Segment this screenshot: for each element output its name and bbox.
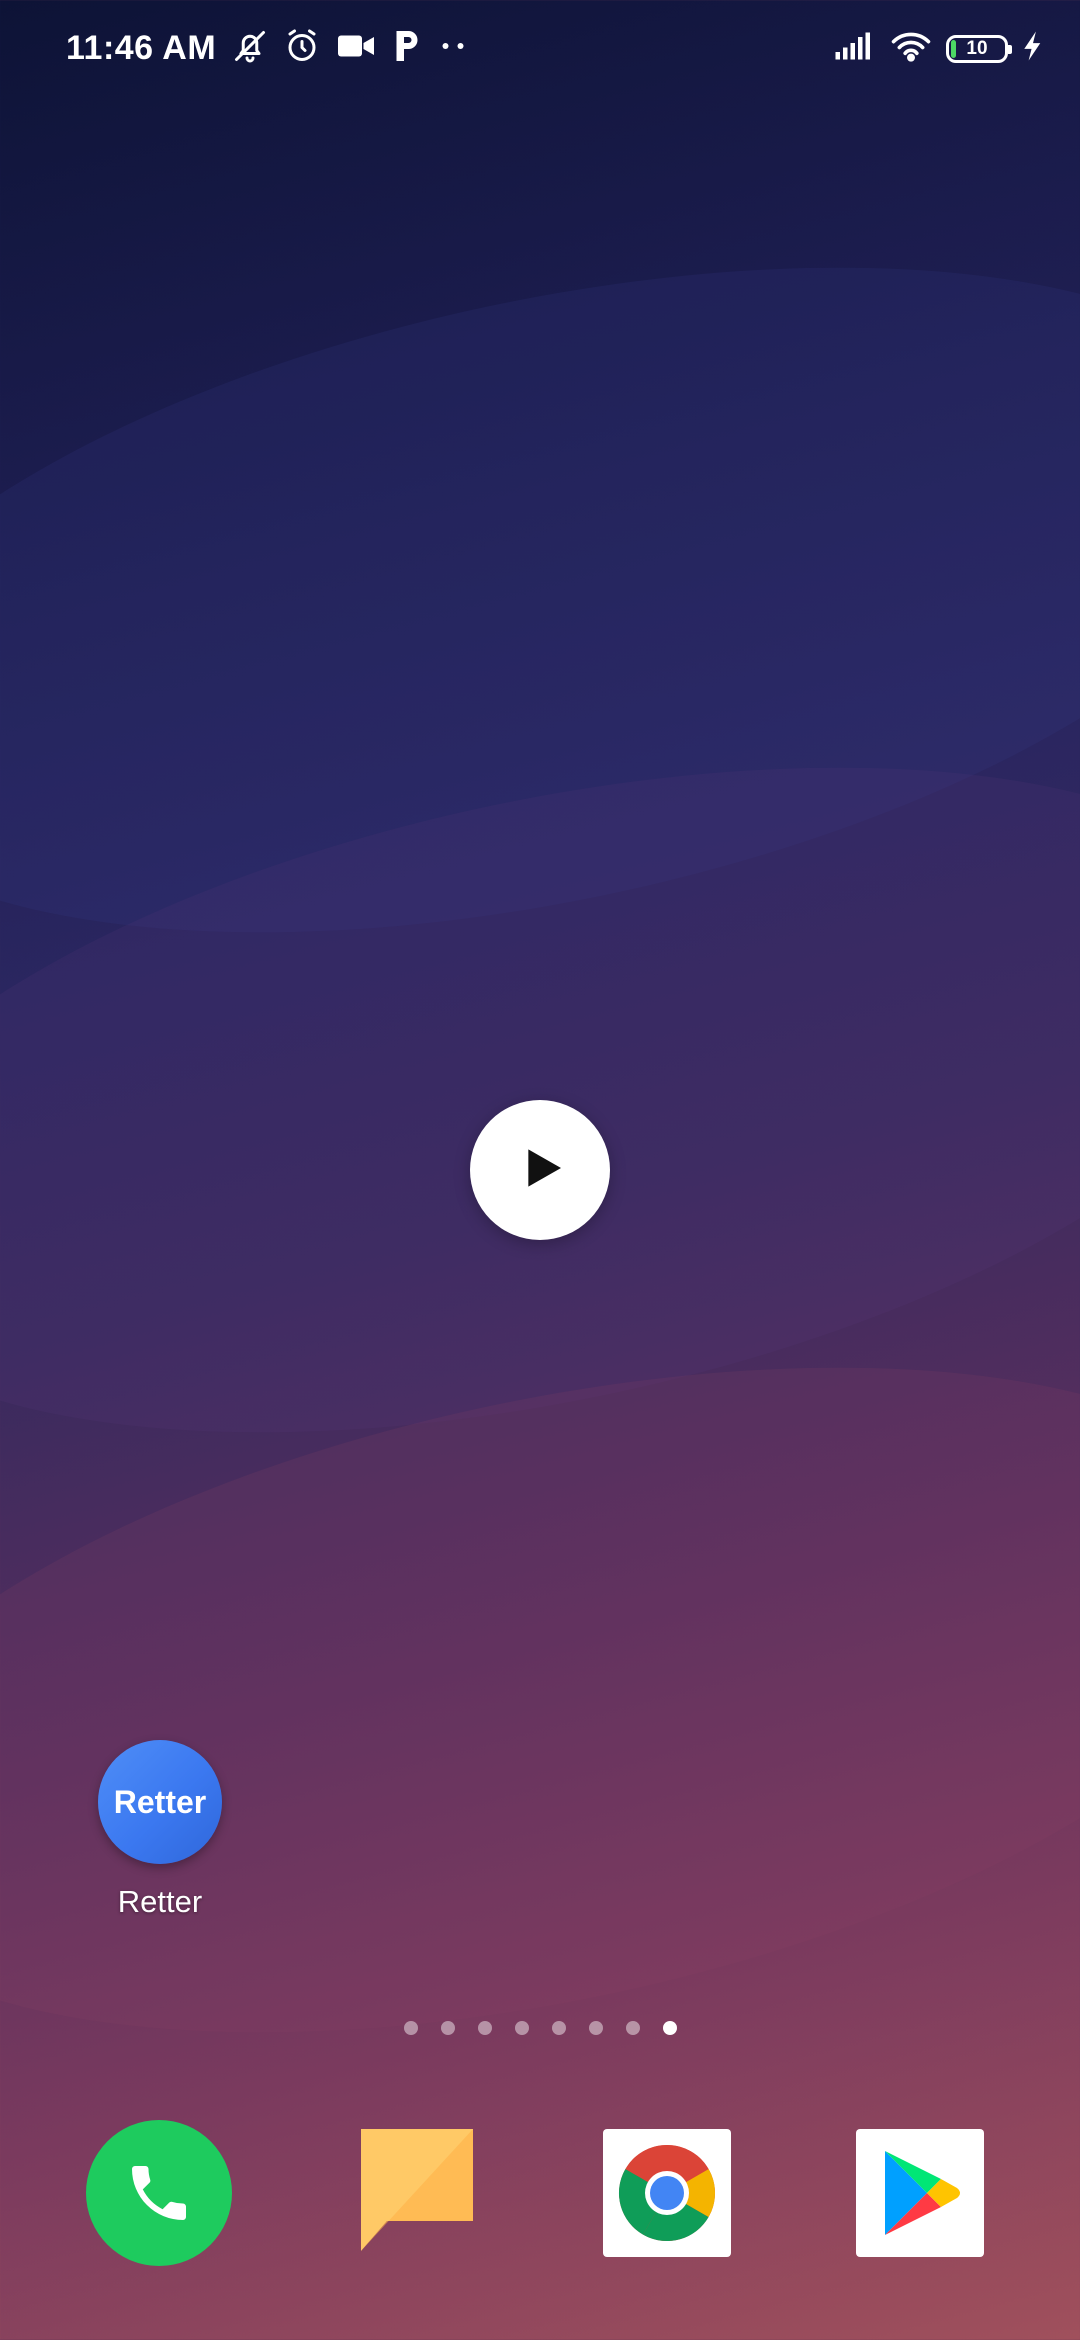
page-dot[interactable] [514,2021,529,2035]
app-retter[interactable]: Retter Retter [90,1740,230,1920]
retter-app-icon[interactable]: Retter [98,1740,222,1864]
dock-chrome[interactable] [594,2120,740,2266]
wifi-icon [890,30,932,67]
status-time: 11:46 AM [66,29,217,67]
status-bar: 11:46 AM 10 [0,0,1080,100]
dock-notes[interactable] [345,2120,491,2266]
muted-bell-icon [232,28,268,69]
battery-level-text: 10 [966,37,988,59]
page-dot[interactable] [588,2021,603,2035]
page-dot[interactable] [403,2021,418,2035]
parking-p-icon [392,28,422,69]
play-icon [512,1140,568,1201]
notes-icon[interactable] [353,2121,483,2266]
video-camera-icon [336,28,376,69]
page-dot[interactable] [477,2021,492,2035]
status-bar-right: 10 [834,30,1044,67]
page-dot[interactable] [440,2021,455,2035]
play-store-icon[interactable] [856,2129,984,2257]
dock-play-store[interactable] [847,2120,993,2266]
retter-icon-text: Retter [113,1783,207,1820]
app-label: Retter [117,1884,203,1919]
play-button[interactable] [470,1100,610,1240]
phone-icon[interactable] [86,2120,232,2266]
battery-level-fill [951,39,956,58]
page-dot[interactable] [625,2021,640,2035]
status-bar-left: 11:46 AM [66,28,468,69]
charging-bolt-icon [1022,30,1044,67]
alarm-icon [284,28,320,69]
dock-phone[interactable] [86,2120,232,2266]
more-dots-icon [438,28,468,69]
battery-icon: 10 [946,34,1012,63]
page-dot-active[interactable] [662,2021,677,2035]
chrome-icon[interactable] [603,2129,731,2257]
page-indicator [0,2021,1080,2035]
page-dot[interactable] [551,2021,566,2035]
signal-bars-icon [834,31,876,66]
dock [0,2120,1080,2270]
